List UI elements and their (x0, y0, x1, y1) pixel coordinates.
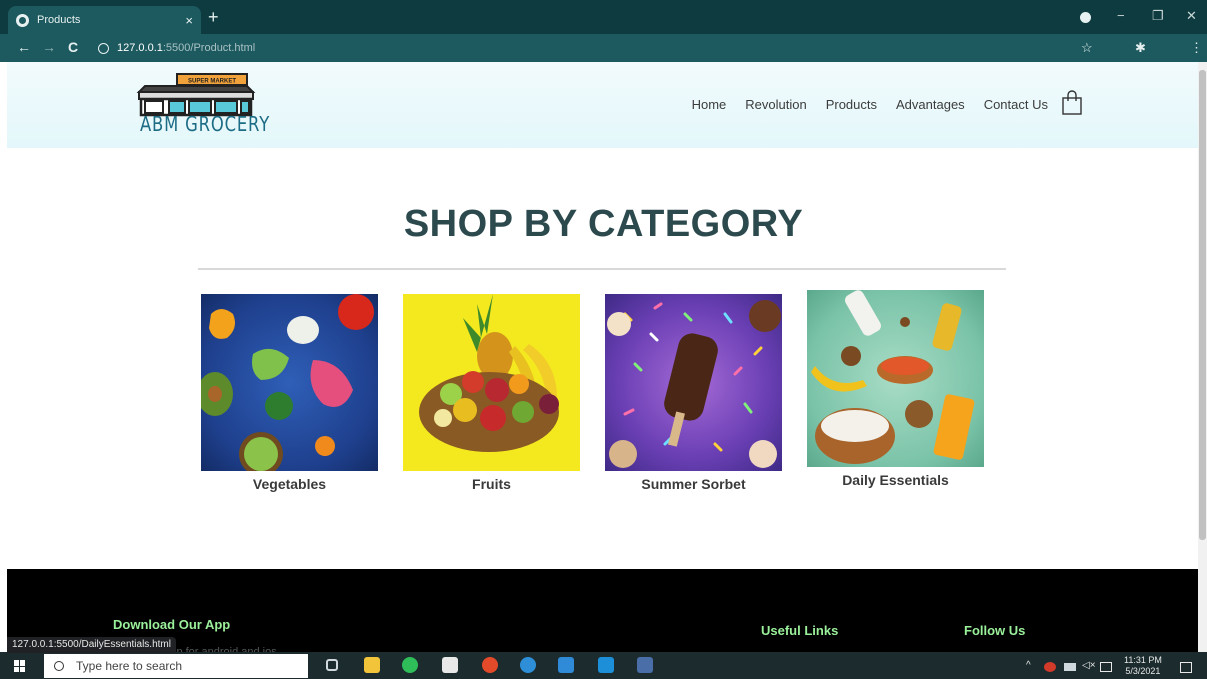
nav-home[interactable]: Home (692, 97, 727, 112)
back-button[interactable]: ← (17, 39, 31, 55)
fruits-image[interactable] (403, 294, 580, 471)
close-window-button[interactable]: ✕ (1186, 8, 1197, 24)
forward-button[interactable]: → (42, 39, 56, 55)
taskbar-clock[interactable]: 11:31 PM 5/3/2021 (1124, 655, 1162, 677)
tab-close-button[interactable]: × (185, 13, 193, 28)
browser-tab-bar: Products × + − ❐ ✕ (0, 0, 1207, 34)
network-icon[interactable] (1100, 662, 1112, 672)
vegetables-image[interactable] (201, 294, 378, 471)
battery-icon[interactable] (1064, 663, 1076, 671)
search-icon (54, 661, 64, 671)
file-explorer-icon[interactable] (364, 657, 380, 673)
site-info-icon[interactable] (98, 42, 109, 54)
site-header: SUPER MARKET ABM GROCERY Home Revolution… (7, 62, 1198, 148)
volume-icon[interactable]: ◁× (1082, 660, 1096, 671)
clock-date: 5/3/2021 (1125, 666, 1161, 676)
windows-start-icon[interactable] (14, 660, 26, 672)
tab-title: Products (37, 14, 81, 26)
scrollbar-thumb[interactable] (1199, 70, 1206, 540)
tray-chevron-icon[interactable]: ^ (1026, 660, 1031, 671)
browser-tab[interactable]: Products × (8, 6, 201, 34)
daily-essentials-image[interactable] (807, 290, 984, 467)
url-path: :5500/Product.html (162, 42, 256, 54)
tray-app-icon[interactable] (1044, 662, 1056, 672)
reload-button[interactable]: C (68, 39, 78, 55)
edge-icon[interactable] (520, 657, 536, 673)
whatsapp-icon[interactable] (402, 657, 418, 673)
category-card-daily-essentials[interactable]: Daily Essentials (807, 290, 984, 488)
tab-favicon-icon (16, 13, 29, 27)
clock-time: 11:31 PM (1124, 655, 1162, 665)
task-view-icon[interactable] (326, 659, 338, 671)
category-label[interactable]: Fruits (403, 476, 580, 492)
page-scrollbar[interactable] (1198, 62, 1207, 652)
nav-products[interactable]: Products (826, 97, 877, 112)
extensions-puzzle-icon[interactable]: ✱ (1135, 40, 1146, 56)
profile-icon[interactable] (1080, 12, 1091, 23)
nav-advantages[interactable]: Advantages (896, 97, 965, 112)
url-host: 127.0.0.1 (117, 42, 163, 54)
restore-button[interactable]: ❐ (1152, 8, 1164, 24)
bookmark-star-icon[interactable]: ☆ (1081, 40, 1093, 56)
logo-sign-text: SUPER MARKET (188, 79, 236, 85)
shopping-bag-icon[interactable] (1061, 90, 1083, 116)
address-bar-row: ← → C 127.0.0.1:5500/Product.html ☆ ✱ ⋮ (0, 34, 1207, 88)
browser-menu-icon[interactable]: ⋮ (1190, 40, 1203, 56)
notifications-icon[interactable] (1180, 662, 1192, 673)
site-footer: Download Our App App for android and ios… (7, 569, 1198, 658)
category-label[interactable]: Summer Sorbet (605, 476, 782, 492)
category-card-summer-sorbet[interactable]: Summer Sorbet (605, 294, 782, 492)
app-icon[interactable] (637, 657, 653, 673)
new-tab-button[interactable]: + (208, 7, 219, 27)
summer-sorbet-image[interactable] (605, 294, 782, 471)
page-heading: SHOP BY CATEGORY (403, 203, 804, 245)
taskbar-search-input[interactable]: Type here to search (44, 654, 308, 678)
category-label[interactable]: Daily Essentials (807, 472, 984, 488)
logo-text: ABM GROCERY (140, 112, 271, 136)
main-nav: Home Revolution Products Advantages Cont… (692, 97, 1048, 112)
nav-contact-us[interactable]: Contact Us (984, 97, 1048, 112)
category-card-fruits[interactable]: Fruits (403, 294, 580, 492)
url-input[interactable]: 127.0.0.1:5500/Product.html (92, 37, 1107, 59)
footer-follow-us-title: Follow Us (964, 623, 1026, 638)
footer-useful-links-title: Useful Links (761, 623, 839, 638)
chrome-icon[interactable] (482, 657, 498, 673)
link-status-bar: 127.0.0.1:5500/DailyEssentials.html (7, 637, 176, 653)
category-card-vegetables[interactable]: Vegetables (201, 294, 378, 492)
minimize-button[interactable]: − (1117, 8, 1125, 23)
nav-revolution[interactable]: Revolution (745, 97, 806, 112)
store-icon[interactable] (442, 657, 458, 673)
vscode-icon[interactable] (558, 657, 574, 673)
heading-divider (198, 268, 1006, 270)
footer-download-title: Download Our App (113, 617, 231, 632)
mail-icon[interactable] (598, 657, 614, 673)
taskbar-search-placeholder: Type here to search (76, 659, 183, 673)
category-label[interactable]: Vegetables (201, 476, 378, 492)
